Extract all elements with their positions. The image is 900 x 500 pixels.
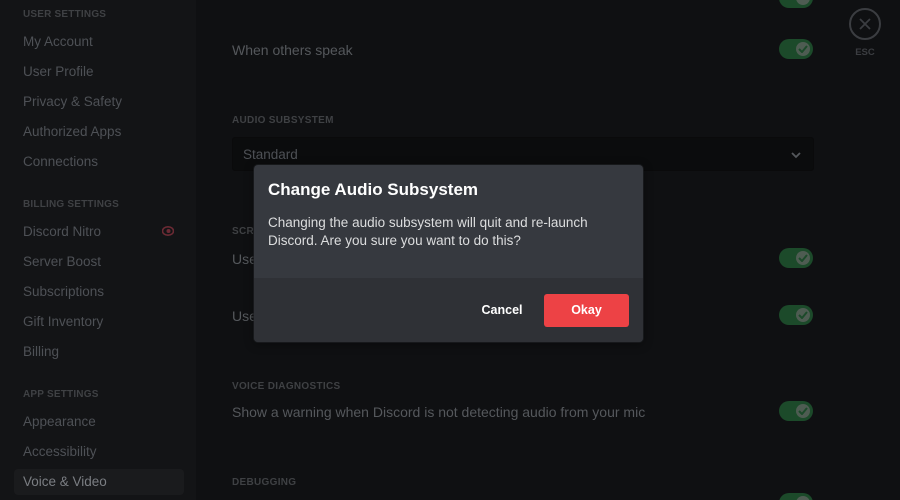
setting-row-1-toggle[interactable] — [779, 248, 813, 268]
dialog-body: Changing the audio subsystem will quit a… — [268, 215, 588, 248]
voice-diagnostics-toggle[interactable] — [779, 401, 813, 421]
sidebar-item-billing[interactable]: Billing — [14, 339, 184, 365]
close-icon — [859, 18, 871, 30]
dialog-title: Change Audio Subsystem — [268, 180, 479, 199]
audio-subsystem-heading: Audio Subsystem — [232, 115, 334, 126]
sidebar-item-appearance[interactable]: Appearance — [14, 409, 184, 435]
voice-diagnostics-heading: Voice Diagnostics — [232, 381, 341, 392]
sidebar-item-server-boost[interactable]: Server Boost — [14, 249, 184, 275]
settings-sidebar: User Settings My Account User Profile Pr… — [0, 0, 196, 500]
dialog-footer: Cancel Okay — [254, 278, 643, 342]
check-icon — [798, 407, 808, 415]
screen-share-heading: Scr — [232, 226, 255, 237]
sidebar-heading-user-settings: User Settings — [23, 9, 107, 20]
sidebar-heading-billing-settings: Billing Settings — [23, 199, 119, 210]
chevron-down-icon — [791, 152, 801, 159]
sidebar-heading-app-settings: App Settings — [23, 389, 99, 400]
sidebar-item-gift-inventory[interactable]: Gift Inventory — [14, 309, 184, 335]
debugging-heading: Debugging — [232, 477, 297, 488]
when-others-speak-toggle[interactable] — [779, 39, 813, 59]
audio-subsystem-value: Standard — [243, 147, 298, 162]
change-audio-subsystem-dialog: Change Audio Subsystem Changing the audi… — [254, 165, 643, 342]
sidebar-item-privacy-safety[interactable]: Privacy & Safety — [14, 89, 184, 115]
when-others-speak-label: When others speak — [232, 42, 353, 58]
check-icon — [798, 45, 808, 53]
sidebar-item-connections[interactable]: Connections — [14, 149, 184, 175]
sidebar-item-voice-video[interactable]: Voice & Video — [14, 469, 184, 495]
nitro-icon — [162, 226, 174, 236]
setting-row-2-toggle[interactable] — [779, 305, 813, 325]
sidebar-item-user-profile[interactable]: User Profile — [14, 59, 184, 85]
okay-button[interactable]: Okay — [544, 294, 629, 327]
close-settings-button[interactable] — [849, 8, 881, 40]
check-icon — [798, 254, 808, 262]
sidebar-item-accessibility[interactable]: Accessibility — [14, 439, 184, 465]
toggle-top[interactable] — [779, 0, 813, 8]
toggle-bottom[interactable] — [779, 493, 813, 500]
cancel-button[interactable]: Cancel — [467, 294, 537, 327]
sidebar-item-my-account[interactable]: My Account — [14, 29, 184, 55]
settings-window: User Settings My Account User Profile Pr… — [0, 0, 900, 500]
sidebar-item-authorized-apps[interactable]: Authorized Apps — [14, 119, 184, 145]
sidebar-item-subscriptions[interactable]: Subscriptions — [14, 279, 184, 305]
esc-label: ESC — [855, 47, 875, 58]
check-icon — [798, 311, 808, 319]
voice-diagnostics-label: Show a warning when Discord is not detec… — [232, 404, 646, 420]
sidebar-item-discord-nitro[interactable]: Discord Nitro — [14, 219, 184, 245]
